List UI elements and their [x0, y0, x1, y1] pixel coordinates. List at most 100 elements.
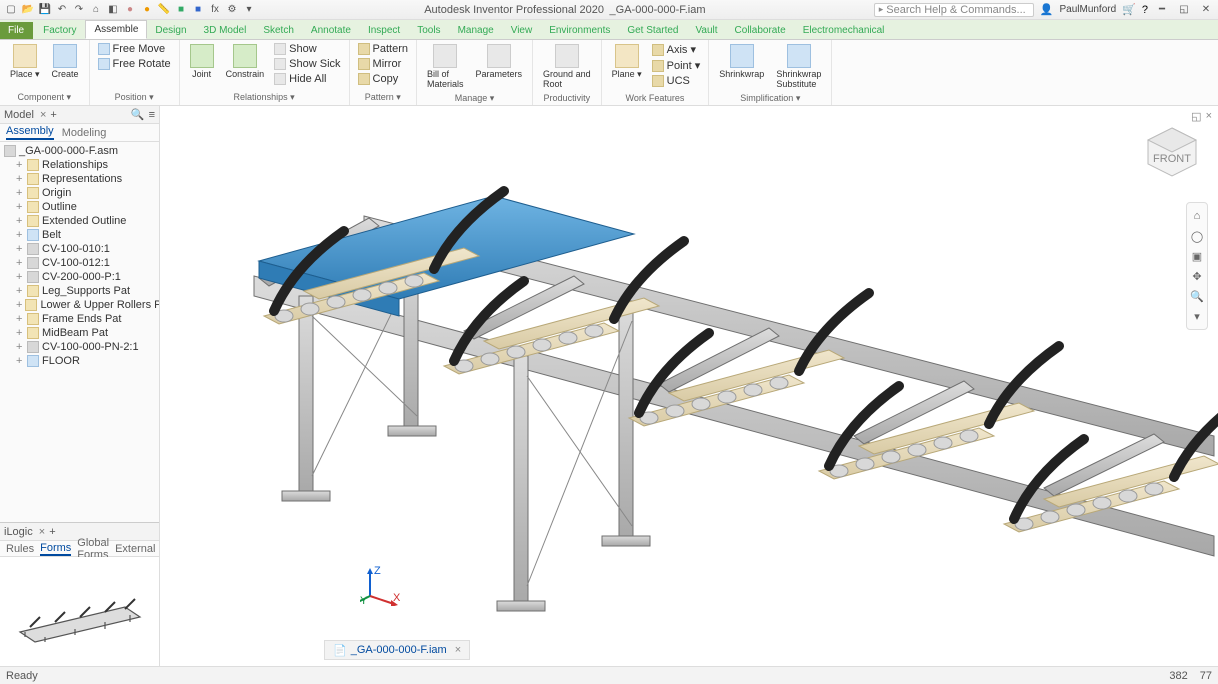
qat-home-icon[interactable]: ⌂ — [89, 3, 103, 17]
ribbon-btn-point-[interactable]: Point ▾ — [650, 58, 703, 73]
tab-tools[interactable]: Tools — [409, 22, 449, 39]
qat-appearance-icon[interactable]: ● — [140, 3, 154, 17]
nav-toggle-icon[interactable]: ▾ — [1190, 309, 1204, 323]
ribbon-btn-constrain[interactable]: Constrain — [222, 42, 269, 81]
ribbon-btn-show[interactable]: Show — [272, 42, 342, 56]
ilogic-form-thumbnail[interactable] — [0, 557, 159, 666]
qat-tool-icon[interactable]: ⚙ — [225, 3, 239, 17]
qat-color1-icon[interactable]: ■ — [174, 3, 188, 17]
tab-design[interactable]: Design — [147, 22, 195, 39]
tab-view[interactable]: View — [503, 22, 542, 39]
tree-node[interactable]: +CV-200-000-P:1 — [0, 270, 159, 284]
ilogic-tab-rules[interactable]: Rules — [6, 543, 34, 555]
tab-factory[interactable]: Factory — [35, 22, 85, 39]
tree-node[interactable]: +FLOOR — [0, 354, 159, 368]
browser-tab-assembly[interactable]: Assembly — [6, 125, 54, 140]
qat-measure-icon[interactable]: 📏 — [157, 3, 171, 17]
tab-assemble[interactable]: Assemble — [85, 20, 147, 39]
tree-node[interactable]: +Leg_Supports Pat — [0, 284, 159, 298]
tree-node[interactable]: _GA-000-000-F.asm — [0, 144, 159, 158]
viewcube[interactable]: FRONT — [1144, 124, 1200, 180]
ribbon-btn-ground-and-root[interactable]: Ground andRoot — [539, 42, 595, 91]
ribbon-btn-show-sick[interactable]: Show Sick — [272, 57, 342, 71]
ribbon-btn-hide-all[interactable]: Hide All — [272, 72, 342, 86]
qat-color2-icon[interactable]: ■ — [191, 3, 205, 17]
ilogic-add-icon[interactable]: + — [49, 526, 55, 538]
tree-node[interactable]: +Outline — [0, 200, 159, 214]
window-close-icon[interactable]: ✕ — [1198, 3, 1214, 17]
ilogic-tab-external[interactable]: External — [115, 543, 155, 555]
qat-fx-icon[interactable]: fx — [208, 3, 222, 17]
ribbon-btn-pattern[interactable]: Pattern — [356, 42, 410, 56]
ribbon-btn-plane-[interactable]: Plane ▾ — [608, 42, 646, 82]
browser-add-icon[interactable]: + — [50, 109, 56, 121]
ribbon-btn-place-[interactable]: Place ▾ — [6, 42, 44, 82]
ribbon-btn-mirror[interactable]: Mirror — [356, 57, 410, 71]
user-name[interactable]: PaulMunford — [1059, 4, 1116, 15]
ribbon-btn-create[interactable]: Create — [48, 42, 83, 81]
doc-close-icon[interactable]: × — [455, 644, 461, 656]
tree-node[interactable]: +Frame Ends Pat — [0, 312, 159, 326]
qat-material-icon[interactable]: ● — [123, 3, 137, 17]
qat-redo-icon[interactable]: ↷ — [72, 3, 86, 17]
nav-orbit-icon[interactable]: ◯ — [1190, 229, 1204, 243]
tab-annotate[interactable]: Annotate — [303, 22, 360, 39]
tree-node[interactable]: +CV-100-010:1 — [0, 242, 159, 256]
nav-zoom-icon[interactable]: 🔍 — [1190, 289, 1204, 303]
tree-node[interactable]: +Origin — [0, 186, 159, 200]
browser-menu-icon[interactable]: ≡ — [149, 109, 155, 121]
ribbon-panel-label[interactable]: Productivity — [539, 93, 595, 103]
ribbon-panel-label[interactable]: Component ▾ — [6, 92, 83, 103]
browser-search-icon[interactable]: 🔍 — [131, 108, 145, 122]
ribbon-btn-parameters[interactable]: Parameters — [472, 42, 527, 81]
qat-style-icon[interactable]: ▾ — [242, 3, 256, 17]
viewport[interactable]: ◱ × — [160, 106, 1218, 666]
nav-lookat-icon[interactable]: ▣ — [1190, 249, 1204, 263]
browser-tab-modeling[interactable]: Modeling — [62, 127, 107, 139]
tab-inspect[interactable]: Inspect — [360, 22, 409, 39]
ribbon-panel-label[interactable]: Relationships ▾ — [186, 92, 343, 103]
qat-open-icon[interactable]: 📂 — [21, 3, 35, 17]
tree-node[interactable]: +Lower & Upper Rollers Pat — [0, 298, 159, 312]
user-icon[interactable]: 👤 — [1040, 3, 1054, 16]
document-tab[interactable]: 📄 _GA-000-000-F.iam × — [324, 640, 470, 660]
tab-vault[interactable]: Vault — [687, 22, 726, 39]
ribbon-panel-label[interactable]: Manage ▾ — [423, 93, 526, 104]
tab-environments[interactable]: Environments — [541, 22, 619, 39]
tree-node[interactable]: +CV-100-000-PN-2:1 — [0, 340, 159, 354]
qat-undo-icon[interactable]: ↶ — [55, 3, 69, 17]
tab-sketch[interactable]: Sketch — [255, 22, 303, 39]
ribbon-btn-free-move[interactable]: Free Move — [96, 42, 173, 56]
window-minimize-icon[interactable]: ━ — [1154, 3, 1170, 17]
tree-node[interactable]: +Belt — [0, 228, 159, 242]
tab-file[interactable]: File — [0, 22, 33, 39]
qat-save-icon[interactable]: 💾 — [38, 3, 52, 17]
tab-3dmodel[interactable]: 3D Model — [196, 22, 256, 39]
qat-select-icon[interactable]: ◧ — [106, 3, 120, 17]
tab-collaborate[interactable]: Collaborate — [727, 22, 795, 39]
ribbon-btn-ucs[interactable]: UCS — [650, 74, 703, 88]
tree-node[interactable]: +Extended Outline — [0, 214, 159, 228]
ribbon-panel-label[interactable]: Pattern ▾ — [356, 92, 410, 103]
ribbon-btn-bill-of-materials[interactable]: Bill ofMaterials — [423, 42, 468, 91]
tree-node[interactable]: +Relationships — [0, 158, 159, 172]
tab-manage[interactable]: Manage — [450, 22, 503, 39]
help-search-input[interactable]: ▸ Search Help & Commands... — [874, 3, 1034, 17]
model-tree[interactable]: _GA-000-000-F.asm+Relationships+Represen… — [0, 142, 159, 522]
browser-close-icon[interactable]: × — [40, 109, 46, 121]
ribbon-panel-label[interactable]: Position ▾ — [96, 92, 173, 103]
ribbon-btn-joint[interactable]: Joint — [186, 42, 218, 81]
ribbon-btn-shrinkwrap-substitute[interactable]: ShrinkwrapSubstitute — [772, 42, 825, 91]
help-icon[interactable]: ? — [1142, 4, 1148, 16]
ribbon-btn-free-rotate[interactable]: Free Rotate — [96, 57, 173, 71]
ribbon-btn-copy[interactable]: Copy — [356, 72, 410, 86]
ilogic-close-icon[interactable]: × — [39, 526, 45, 538]
tab-electromechanical[interactable]: Electromechanical — [795, 22, 894, 39]
tab-getstarted[interactable]: Get Started — [619, 22, 687, 39]
ribbon-panel-label[interactable]: Simplification ▾ — [715, 93, 825, 104]
tree-node[interactable]: +Representations — [0, 172, 159, 186]
qat-new-icon[interactable]: ▢ — [4, 3, 18, 17]
window-restore-icon[interactable]: ◱ — [1176, 3, 1192, 17]
ilogic-tab-forms[interactable]: Forms — [40, 542, 71, 556]
tree-node[interactable]: +MidBeam Pat — [0, 326, 159, 340]
